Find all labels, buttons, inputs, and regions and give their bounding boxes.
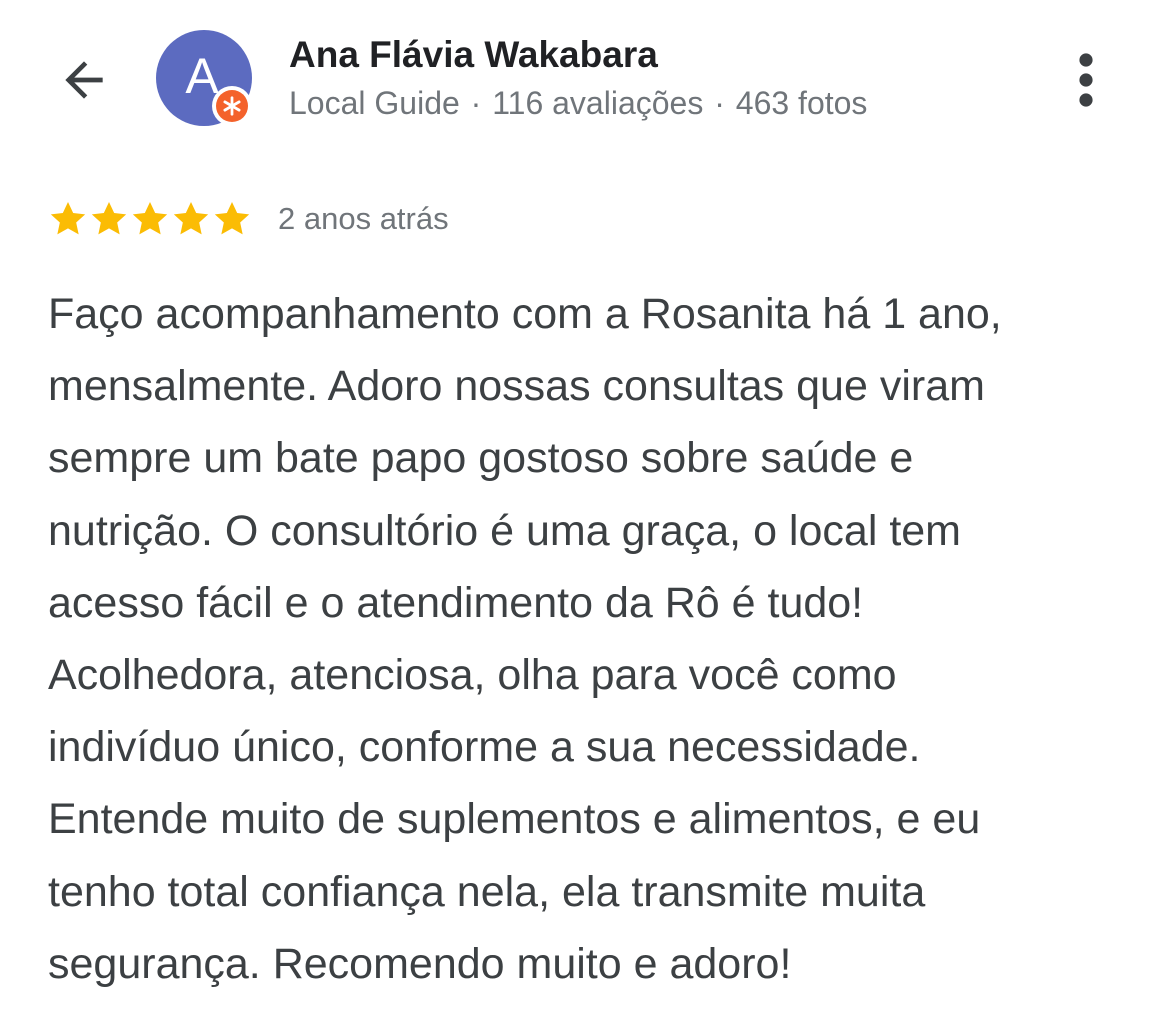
reviewer-name[interactable]: Ana Flávia Wakabara xyxy=(289,34,658,76)
photo-count: 463 fotos xyxy=(735,85,868,121)
review-text-line: segurança. Recomendo muito e adoro! xyxy=(48,939,792,988)
review-text-line: mensalmente. Adoro nossas consultas que … xyxy=(48,362,985,411)
local-guide-badge xyxy=(212,86,252,126)
star-icon xyxy=(91,202,127,235)
rating-row: 2 anos atrás xyxy=(48,198,449,240)
star-icon xyxy=(50,202,86,235)
star-icon xyxy=(214,202,250,235)
review-text: Faço acompanhamento com a Rosanita há 1 … xyxy=(48,278,1148,1000)
review-text-line: nutrição. O consultório é uma graça, o l… xyxy=(48,506,961,555)
local-guide-label: Local Guide xyxy=(289,85,460,121)
review-header: A Ana Flávia Wakabara Local Guide · 116 … xyxy=(0,0,1170,160)
review-text-line: tenho total confiança nela, ela transmit… xyxy=(48,867,926,916)
local-guide-badge-icon xyxy=(223,96,241,116)
meta-separator: · xyxy=(470,85,482,121)
back-button[interactable] xyxy=(52,48,116,112)
star-icon xyxy=(173,202,209,235)
meta-separator: · xyxy=(714,85,725,121)
review-time: 2 anos atrás xyxy=(278,201,449,236)
more-vert-icon xyxy=(1079,53,1093,107)
review-text-line: Acolhedora, atenciosa, olha para você co… xyxy=(48,651,897,700)
review-text-line: sempre um bate papo gostoso sobre saúde … xyxy=(48,434,914,483)
review-text-line: acesso fácil e o atendimento da Rô é tud… xyxy=(48,578,864,627)
review-text-line: Faço acompanhamento com a Rosanita há 1 … xyxy=(48,290,1002,338)
reviewer-meta: Local Guide · 116 avaliações · 463 fotos xyxy=(289,84,867,122)
star-rating xyxy=(48,199,253,239)
more-options-button[interactable] xyxy=(1062,48,1110,112)
arrow-back-icon xyxy=(65,61,103,99)
avatar-letter: A xyxy=(185,48,219,104)
star-icon xyxy=(132,202,168,235)
review-text-line: indivíduo único, conforme a sua necessid… xyxy=(48,723,921,772)
review-text-line: Entende muito de suplementos e alimentos… xyxy=(48,795,981,844)
review-count: 116 avaliações xyxy=(492,85,704,121)
